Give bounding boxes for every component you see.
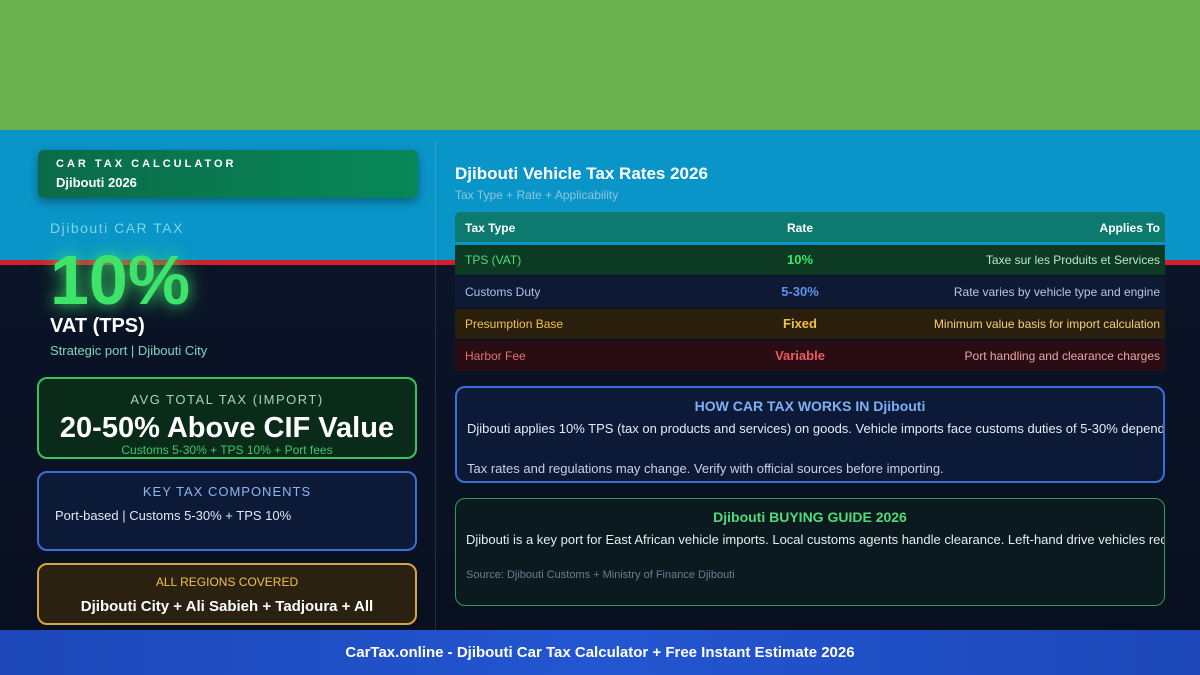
header-rate: Rate [786,221,813,235]
key-card-title: KEY TAX COMPONENTS [142,484,312,499]
guide-card-source: Source: Djibouti Customs + Ministry of F… [466,569,735,581]
rates-table-header: Tax Type Rate Applies To [455,212,1165,242]
footer-banner: CarTax.online - Djibouti Car Tax Calcula… [0,630,1200,675]
how-card-disclaimer: Tax rates and regulations may change. Ve… [467,461,944,476]
row-applies-to: Rate varies by vehicle type and engine [953,285,1160,299]
row-applies-to: Minimum value basis for import calculati… [933,317,1160,331]
brand-box: CAR TAX CALCULATOR Djibouti 2026 [38,150,418,198]
hero-note: Strategic port | Djibouti City [50,343,208,358]
guide-card-title: Djibouti BUYING GUIDE 2026 [713,509,907,525]
avg-total-tax-card: AVG TOTAL TAX (IMPORT) 20-50% Above CIF … [37,377,417,459]
table-row: Customs Duty 5-30% Rate varies by vehicl… [455,277,1165,307]
header-applies-to: Applies To [1099,221,1160,235]
flag-band-green [0,0,1200,130]
rates-table-title: Djibouti Vehicle Tax Rates 2026 [455,164,708,183]
table-row: Presumption Base Fixed Minimum value bas… [455,309,1165,339]
buying-guide-card: Djibouti BUYING GUIDE 2026 Djibouti is a… [455,498,1165,606]
hero-tax-rate: 10% [50,241,191,319]
hero-tax-name: VAT (TPS) [50,315,145,337]
regions-card: ALL REGIONS COVERED Djibouti City + Ali … [37,563,417,625]
row-applies-to: Taxe sur les Produits et Services [985,253,1160,267]
how-card-title: HOW CAR TAX WORKS IN Djibouti [694,398,926,414]
regions-card-title: ALL REGIONS COVERED [155,575,299,589]
how-tax-works-card: HOW CAR TAX WORKS IN Djibouti Djibouti a… [455,386,1165,483]
key-card-value: Port-based | Customs 5-30% + TPS 10% [55,508,292,523]
how-card-paragraph: Djibouti applies 10% TPS (tax on product… [467,421,1165,436]
guide-card-paragraph: Djibouti is a key port for East African … [466,532,1165,547]
table-row: Harbor Fee Variable Port handling and cl… [455,341,1165,371]
avg-card-title: AVG TOTAL TAX (IMPORT) [130,392,324,407]
row-applies-to: Port handling and clearance charges [964,349,1160,363]
avg-card-subtext: Customs 5-30% + TPS 10% + Port fees [121,443,333,457]
column-divider [435,140,436,630]
brand-subtitle: Djibouti 2026 [56,175,137,190]
footer-text: CarTax.online - Djibouti Car Tax Calcula… [345,644,855,661]
brand-title: CAR TAX CALCULATOR [56,158,237,170]
regions-card-value: Djibouti City + Ali Sabieh + Tadjoura + … [80,598,374,615]
rates-table-subtitle: Tax Type + Rate + Applicability [455,188,619,202]
hero-label: Djibouti CAR TAX [50,220,184,236]
avg-card-value: 20-50% Above CIF Value [59,412,395,444]
table-row: TPS (VAT) 10% Taxe sur les Produits et S… [455,245,1165,275]
key-components-card: KEY TAX COMPONENTS Port-based | Customs … [37,471,417,551]
